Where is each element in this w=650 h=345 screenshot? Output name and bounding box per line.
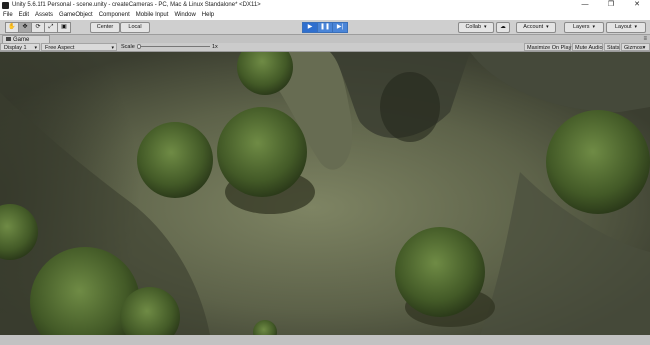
aspect-value: Free Aspect [45, 45, 75, 51]
window-title: Unity 5.6.1f1 Personal - scene.unity - c… [12, 2, 261, 8]
pivot-label: Center [96, 24, 114, 30]
move-tool-icon[interactable]: ✥ [18, 22, 32, 33]
mute-audio-toggle[interactable]: Mute Audio [572, 43, 603, 51]
menu-help[interactable]: Help [199, 12, 217, 18]
aspect-select[interactable]: Free Aspect ▾ [41, 43, 117, 51]
play-icon[interactable]: ▶ [302, 22, 318, 33]
layout-dropdown[interactable]: Layout ▾ [606, 22, 646, 33]
display-value: Display 1 [4, 45, 27, 51]
scale-slider-thumb[interactable] [137, 44, 141, 49]
mute-audio-label: Mute Audio [575, 45, 603, 51]
maximize-button[interactable]: ❐ [598, 0, 624, 10]
scene-render [0, 52, 650, 335]
layout-arrow-icon: ▾ [634, 24, 638, 30]
layers-arrow-icon: ▾ [592, 24, 596, 30]
scale-label: Scale [121, 44, 135, 50]
tab-game[interactable]: Game [2, 35, 50, 43]
menu-gameobject[interactable]: GameObject [56, 12, 96, 18]
pivot-center-button[interactable]: Center [90, 22, 120, 33]
game-viewport[interactable] [0, 52, 650, 335]
collab-dropdown[interactable]: Collab ▾ [458, 22, 494, 33]
bottom-strip [0, 335, 650, 345]
collab-label: Collab [465, 24, 482, 30]
pause-icon[interactable]: ❚❚ [317, 22, 333, 33]
account-dropdown[interactable]: Account ▾ [516, 22, 556, 33]
layers-label: Layers [572, 24, 590, 30]
stats-toggle[interactable]: Stats [604, 43, 620, 51]
rotate-tool-icon[interactable]: ⟳ [31, 22, 45, 33]
layers-dropdown[interactable]: Layers ▾ [564, 22, 604, 33]
layout-label: Layout [614, 24, 632, 30]
step-icon[interactable]: ▶| [332, 22, 348, 33]
display-arrow-icon: ▾ [34, 45, 37, 51]
minimize-button[interactable]: — [572, 0, 598, 10]
main-toolbar: ✋ ✥ ⟳ ⤢ ▣ Center Local ▶ ❚❚ ▶| Collab ▾ ☁… [0, 20, 650, 35]
account-arrow-icon: ▾ [546, 24, 549, 30]
window-controls: — ❐ ✕ [572, 0, 650, 10]
transform-tools: ✋ ✥ ⟳ ⤢ ▣ [5, 22, 71, 33]
aspect-arrow-icon: ▾ [111, 45, 114, 51]
hand-tool-icon[interactable]: ✋ [5, 22, 19, 33]
scale-slider-track[interactable] [138, 46, 210, 47]
game-view-controls: Display 1 ▾ Free Aspect ▾ Scale 1x Maxim… [0, 43, 650, 52]
cloud-icon: ☁ [500, 24, 506, 30]
space-local-button[interactable]: Local [120, 22, 150, 33]
space-label: Local [128, 24, 142, 30]
camera-icon [6, 37, 11, 42]
stats-label: Stats [607, 45, 620, 51]
menu-window[interactable]: Window [171, 12, 198, 18]
unity-logo-icon [2, 1, 9, 9]
gizmos-arrow-icon: ▾ [642, 45, 646, 51]
display-select[interactable]: Display 1 ▾ [0, 43, 40, 51]
menu-edit[interactable]: Edit [16, 12, 32, 18]
rect-tool-icon[interactable]: ▣ [57, 22, 71, 33]
tab-strip: Game ≡ [0, 35, 650, 43]
menu-assets[interactable]: Assets [32, 12, 56, 18]
gizmos-label: Gizmos [624, 45, 643, 51]
scale-tool-icon[interactable]: ⤢ [44, 22, 58, 33]
title-bar: Unity 5.6.1f1 Personal - scene.unity - c… [0, 0, 650, 10]
maximize-on-play-label: Maximize On Play [527, 45, 572, 51]
account-label: Account [523, 24, 544, 30]
menu-mobile-input[interactable]: Mobile Input [133, 12, 172, 18]
gizmos-dropdown[interactable]: Gizmos▾ [621, 43, 650, 51]
playback-controls: ▶ ❚❚ ▶| [302, 22, 348, 33]
scale-value: 1x [212, 44, 218, 50]
cloud-button[interactable]: ☁ [496, 22, 510, 33]
menu-file[interactable]: File [0, 12, 16, 18]
maximize-on-play-toggle[interactable]: Maximize On Play [524, 43, 571, 51]
collab-arrow-icon: ▾ [484, 24, 487, 30]
menu-component[interactable]: Component [96, 12, 133, 18]
tab-menu-icon[interactable]: ≡ [643, 35, 647, 43]
close-button[interactable]: ✕ [624, 0, 650, 10]
